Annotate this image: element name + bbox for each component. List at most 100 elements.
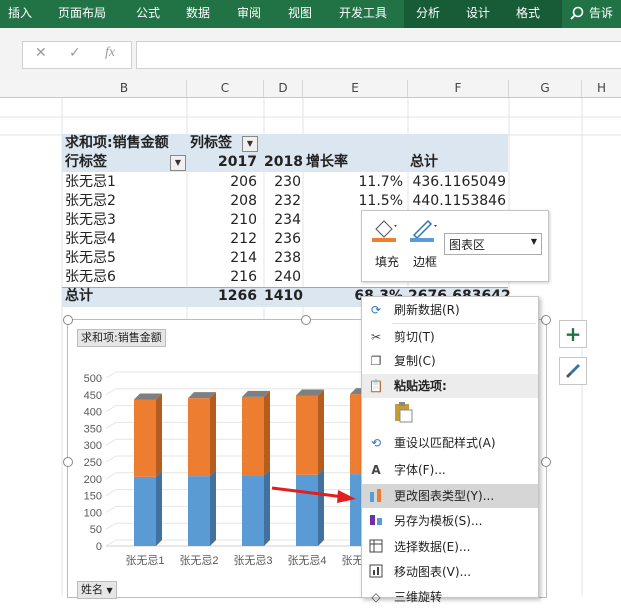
- gridline: [105, 388, 117, 396]
- ribbon-tabs: 插入 页面布局 公式 数据 审阅 视图 开发工具 分析 设计 格式 告诉我: [0, 0, 621, 46]
- fill-button[interactable]: 填充: [370, 217, 404, 275]
- row-2018[interactable]: 240: [264, 268, 301, 287]
- gridline: [105, 539, 117, 547]
- paste-option-button[interactable]: [392, 400, 414, 424]
- column-header-f[interactable]: F: [408, 80, 509, 97]
- tab-page-layout[interactable]: 页面布局: [58, 0, 106, 28]
- tab-format[interactable]: 格式: [508, 0, 562, 28]
- row-name[interactable]: 张无忌3: [65, 211, 116, 230]
- chart-resize-handle[interactable]: [301, 315, 311, 325]
- menu-item-save-template[interactable]: 另存为模板(S)...: [362, 509, 538, 533]
- column-header-b[interactable]: B: [62, 80, 187, 97]
- chart-resize-handle[interactable]: [63, 457, 73, 467]
- column-headers: B C D E F G H: [0, 80, 621, 98]
- total-row-label[interactable]: 总计: [65, 287, 93, 306]
- menu-item-3d-rotation[interactable]: ◇ 三维旋转: [362, 585, 538, 609]
- row-2017[interactable]: 212: [190, 230, 257, 249]
- menu-item-change-chart-type[interactable]: 更改图表类型(Y)...: [362, 484, 538, 508]
- reset-style-icon: ⟲: [370, 436, 382, 450]
- tab-formulas[interactable]: 公式: [136, 0, 160, 28]
- bar-segment: [242, 396, 264, 476]
- menu-item-font[interactable]: A 字体(F)...: [362, 458, 538, 482]
- search-icon[interactable]: [570, 6, 584, 20]
- row-name[interactable]: 张无忌5: [65, 249, 116, 268]
- menu-item-label: 重设以匹配样式(A): [394, 436, 496, 450]
- menu-item-cut[interactable]: ✂ 剪切(T): [362, 325, 538, 349]
- menu-item-copy[interactable]: ❐ 复制(C): [362, 349, 538, 373]
- row-total[interactable]: 436.1165049: [408, 173, 506, 192]
- row-2018[interactable]: 236: [264, 230, 301, 249]
- row-2018[interactable]: 238: [264, 249, 301, 268]
- enter-icon[interactable]: ✓: [69, 45, 81, 61]
- insert-function-icon[interactable]: fx: [105, 45, 115, 61]
- menu-item-label: 三维旋转: [394, 590, 443, 604]
- total-2018[interactable]: 1410: [264, 287, 303, 306]
- year-header-2018[interactable]: 2018: [264, 153, 303, 172]
- tab-insert[interactable]: 插入: [8, 0, 32, 28]
- gridline: [105, 438, 117, 446]
- column-header-c[interactable]: C: [187, 80, 264, 97]
- row-2018[interactable]: 234: [264, 211, 301, 230]
- column-header-e[interactable]: E: [303, 80, 408, 97]
- menu-item-reset-style[interactable]: ⟲ 重设以匹配样式(A): [362, 431, 538, 455]
- row-2017[interactable]: 216: [190, 268, 257, 287]
- menu-divider: [392, 323, 536, 324]
- pivot-title[interactable]: 求和项:销售金额: [65, 134, 169, 153]
- fill-label: 填充: [374, 255, 399, 269]
- column-header-g[interactable]: G: [509, 80, 582, 97]
- chart-resize-handle[interactable]: [63, 315, 73, 325]
- copy-icon: ❐: [370, 354, 382, 368]
- menu-item-move-chart[interactable]: 移动图表(V)...: [362, 560, 538, 584]
- y-tick-label: 300: [84, 440, 102, 452]
- tell-me-box[interactable]: 告诉我: [589, 0, 621, 46]
- pivot-column-label[interactable]: 列标签: [190, 134, 232, 153]
- row-name[interactable]: 张无忌6: [65, 268, 116, 287]
- row-2018[interactable]: 230: [264, 173, 301, 192]
- growth-header[interactable]: 增长率: [306, 153, 348, 172]
- bar-segment: [134, 399, 156, 477]
- row-filter-icon[interactable]: ▼: [170, 155, 186, 171]
- row-2017[interactable]: 206: [190, 173, 257, 192]
- chart-resize-handle[interactable]: [541, 457, 551, 467]
- menu-item-label: 选择数据(E)...: [394, 540, 471, 554]
- y-tick-label: 500: [84, 373, 102, 385]
- menu-item-label: 刷新数据(R): [394, 303, 460, 317]
- brush-icon: [566, 364, 580, 378]
- column-header-h[interactable]: H: [582, 80, 621, 97]
- formula-input[interactable]: [136, 41, 621, 69]
- y-tick-label: 0: [96, 541, 102, 553]
- row-2017[interactable]: 210: [190, 211, 257, 230]
- font-icon: A: [371, 463, 381, 477]
- row-name[interactable]: 张无忌2: [65, 192, 116, 211]
- chart-styles-button[interactable]: [559, 357, 587, 385]
- pivot-row-label[interactable]: 行标签: [65, 153, 107, 172]
- tab-review[interactable]: 审阅: [237, 0, 261, 28]
- chart-elements-button[interactable]: +: [559, 320, 587, 348]
- year-header-2017[interactable]: 2017: [190, 153, 257, 172]
- row-name[interactable]: 张无忌1: [65, 173, 116, 192]
- tab-view[interactable]: 视图: [288, 0, 312, 28]
- total-2017[interactable]: 1266: [190, 287, 257, 306]
- row-2017[interactable]: 208: [190, 192, 257, 211]
- chart-element-selector[interactable]: 图表区 ▼: [444, 233, 542, 255]
- tab-data[interactable]: 数据: [186, 0, 210, 28]
- move-chart-icon: [368, 564, 384, 580]
- row-2017[interactable]: 214: [190, 249, 257, 268]
- column-filter-icon[interactable]: ▼: [242, 136, 258, 152]
- total-header[interactable]: 总计: [410, 153, 438, 172]
- row-name[interactable]: 张无忌4: [65, 230, 116, 249]
- row-total[interactable]: 440.1153846: [408, 192, 506, 211]
- column-header-d[interactable]: D: [264, 80, 303, 97]
- y-tick-label: 150: [84, 491, 102, 503]
- chart-resize-handle[interactable]: [541, 315, 551, 325]
- gridline: [105, 455, 117, 463]
- axis-field-button[interactable]: 姓名 ▼: [77, 581, 117, 599]
- row-growth[interactable]: 11.7%: [306, 173, 403, 192]
- border-button[interactable]: 边框: [408, 217, 442, 275]
- menu-item-refresh[interactable]: ⟳ 刷新数据(R): [362, 298, 538, 322]
- menu-item-select-data[interactable]: 选择数据(E)...: [362, 535, 538, 559]
- row-growth[interactable]: 11.5%: [306, 192, 403, 211]
- row-2018[interactable]: 232: [264, 192, 301, 211]
- tab-developer[interactable]: 开发工具: [339, 0, 387, 28]
- cancel-icon[interactable]: ✕: [35, 45, 47, 61]
